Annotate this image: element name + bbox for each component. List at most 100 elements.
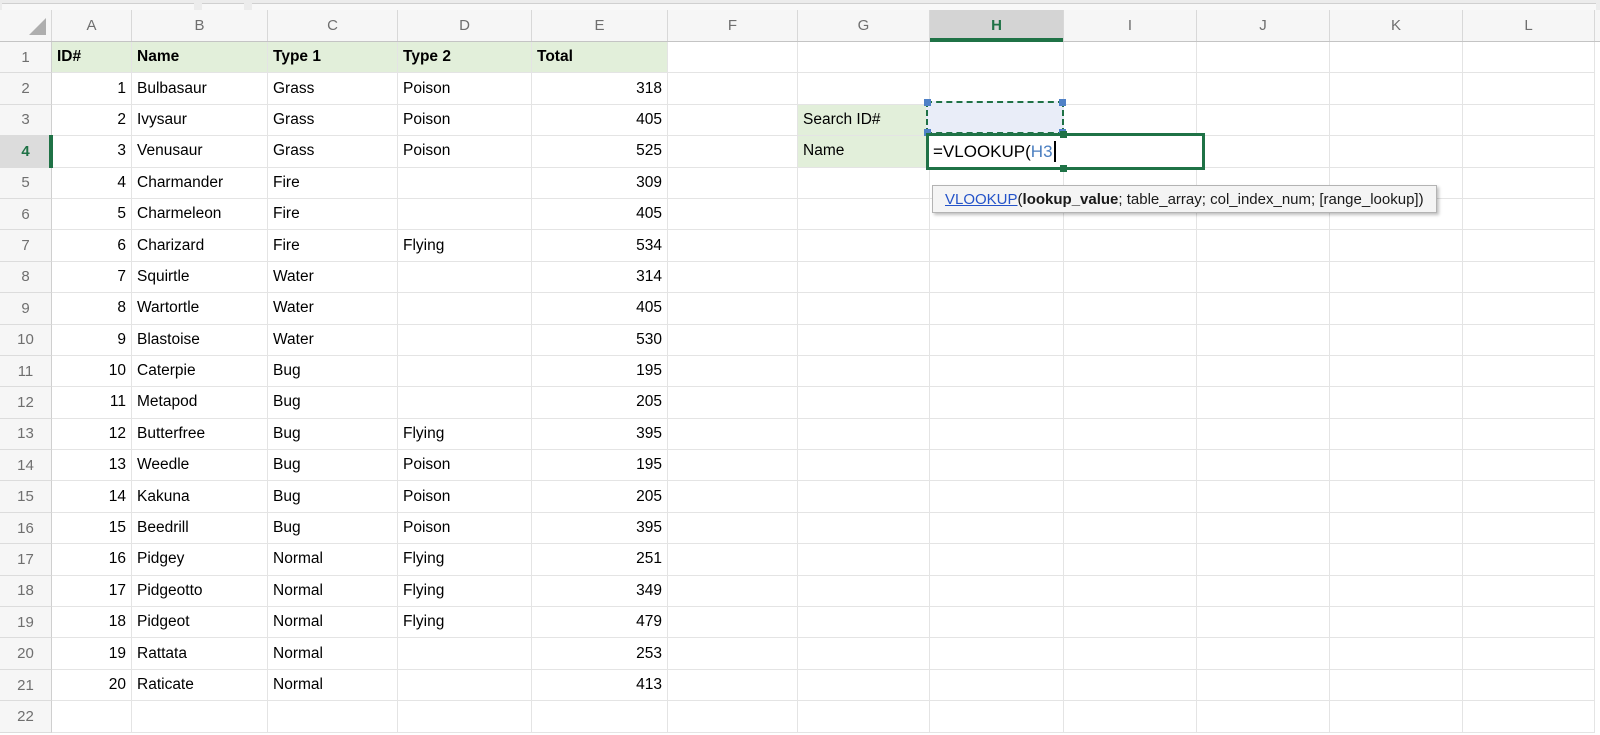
cell-C14[interactable]: Bug xyxy=(268,450,398,481)
cell-L22[interactable] xyxy=(1463,701,1595,732)
cell-L17[interactable] xyxy=(1463,544,1595,575)
cell-I11[interactable] xyxy=(1064,356,1197,387)
cell-K18[interactable] xyxy=(1330,576,1463,607)
cell-E20[interactable]: 253 xyxy=(532,638,668,669)
cell-K21[interactable] xyxy=(1330,670,1463,701)
cell-A7[interactable]: 6 xyxy=(52,230,132,261)
cell-F4[interactable] xyxy=(668,136,798,167)
cell-D17[interactable]: Flying xyxy=(398,544,532,575)
cell-B8[interactable]: Squirtle xyxy=(132,262,268,293)
cell-G16[interactable] xyxy=(798,513,930,544)
cell-L14[interactable] xyxy=(1463,450,1595,481)
cell-J12[interactable] xyxy=(1197,387,1330,418)
cell-A22[interactable] xyxy=(52,701,132,732)
row-header-6[interactable]: 6 xyxy=(0,199,52,230)
cell-E3[interactable]: 405 xyxy=(532,105,668,136)
cell-E1[interactable]: Total xyxy=(532,42,668,73)
cell-C5[interactable]: Fire xyxy=(268,168,398,199)
cell-D10[interactable] xyxy=(398,325,532,356)
cell-L12[interactable] xyxy=(1463,387,1595,418)
cell-E7[interactable]: 534 xyxy=(532,230,668,261)
cell-I22[interactable] xyxy=(1064,701,1197,732)
cell-H21[interactable] xyxy=(930,670,1064,701)
cell-G19[interactable] xyxy=(798,607,930,638)
cell-C1[interactable]: Type 1 xyxy=(268,42,398,73)
cell-I2[interactable] xyxy=(1064,73,1197,104)
cell-G22[interactable] xyxy=(798,701,930,732)
cell-L5[interactable] xyxy=(1463,168,1595,199)
cell-F10[interactable] xyxy=(668,325,798,356)
cell-D8[interactable] xyxy=(398,262,532,293)
cell-G14[interactable] xyxy=(798,450,930,481)
cell-G8[interactable] xyxy=(798,262,930,293)
cell-H19[interactable] xyxy=(930,607,1064,638)
cell-E9[interactable]: 405 xyxy=(532,293,668,324)
cell-F11[interactable] xyxy=(668,356,798,387)
cell-F20[interactable] xyxy=(668,638,798,669)
cell-B12[interactable]: Metapod xyxy=(132,387,268,418)
column-header-E[interactable]: E xyxy=(532,10,668,41)
cell-F5[interactable] xyxy=(668,168,798,199)
cell-I12[interactable] xyxy=(1064,387,1197,418)
cell-L2[interactable] xyxy=(1463,73,1595,104)
cell-F2[interactable] xyxy=(668,73,798,104)
cell-E10[interactable]: 530 xyxy=(532,325,668,356)
cell-J17[interactable] xyxy=(1197,544,1330,575)
row-header-9[interactable]: 9 xyxy=(0,293,52,324)
cell-C18[interactable]: Normal xyxy=(268,576,398,607)
cell-G5[interactable] xyxy=(798,168,930,199)
cell-B16[interactable]: Beedrill xyxy=(132,513,268,544)
row-header-18[interactable]: 18 xyxy=(0,576,52,607)
cell-D15[interactable]: Poison xyxy=(398,481,532,512)
cell-F13[interactable] xyxy=(668,419,798,450)
cell-B3[interactable]: Ivysaur xyxy=(132,105,268,136)
cell-I17[interactable] xyxy=(1064,544,1197,575)
cell-H20[interactable] xyxy=(930,638,1064,669)
cell-L21[interactable] xyxy=(1463,670,1595,701)
cell-E17[interactable]: 251 xyxy=(532,544,668,575)
cell-J11[interactable] xyxy=(1197,356,1330,387)
cell-F6[interactable] xyxy=(668,199,798,230)
cell-H16[interactable] xyxy=(930,513,1064,544)
cell-A13[interactable]: 12 xyxy=(52,419,132,450)
cell-D4[interactable]: Poison xyxy=(398,136,532,167)
cell-B22[interactable] xyxy=(132,701,268,732)
cell-C20[interactable]: Normal xyxy=(268,638,398,669)
cell-H18[interactable] xyxy=(930,576,1064,607)
cell-G3[interactable]: Search ID# xyxy=(798,105,930,136)
cell-H22[interactable] xyxy=(930,701,1064,732)
column-header-K[interactable]: K xyxy=(1330,10,1463,41)
column-header-G[interactable]: G xyxy=(798,10,930,41)
cell-L10[interactable] xyxy=(1463,325,1595,356)
cell-C16[interactable]: Bug xyxy=(268,513,398,544)
cell-G18[interactable] xyxy=(798,576,930,607)
cell-D16[interactable]: Poison xyxy=(398,513,532,544)
cell-K9[interactable] xyxy=(1330,293,1463,324)
cell-E18[interactable]: 349 xyxy=(532,576,668,607)
cell-L20[interactable] xyxy=(1463,638,1595,669)
column-header-B[interactable]: B xyxy=(132,10,268,41)
cell-J15[interactable] xyxy=(1197,481,1330,512)
cell-E22[interactable] xyxy=(532,701,668,732)
cell-K2[interactable] xyxy=(1330,73,1463,104)
cell-J13[interactable] xyxy=(1197,419,1330,450)
cell-C15[interactable]: Bug xyxy=(268,481,398,512)
cell-C8[interactable]: Water xyxy=(268,262,398,293)
cell-D9[interactable] xyxy=(398,293,532,324)
cell-J22[interactable] xyxy=(1197,701,1330,732)
cell-E5[interactable]: 309 xyxy=(532,168,668,199)
cell-A20[interactable]: 19 xyxy=(52,638,132,669)
cell-I1[interactable] xyxy=(1064,42,1197,73)
cell-C2[interactable]: Grass xyxy=(268,73,398,104)
row-header-13[interactable]: 13 xyxy=(0,419,52,450)
select-all-corner[interactable] xyxy=(0,10,52,41)
cell-I13[interactable] xyxy=(1064,419,1197,450)
cell-K11[interactable] xyxy=(1330,356,1463,387)
cell-B20[interactable]: Rattata xyxy=(132,638,268,669)
cell-I15[interactable] xyxy=(1064,481,1197,512)
cell-A14[interactable]: 13 xyxy=(52,450,132,481)
row-header-3[interactable]: 3 xyxy=(0,105,52,136)
cell-I18[interactable] xyxy=(1064,576,1197,607)
cell-K1[interactable] xyxy=(1330,42,1463,73)
cell-K22[interactable] xyxy=(1330,701,1463,732)
